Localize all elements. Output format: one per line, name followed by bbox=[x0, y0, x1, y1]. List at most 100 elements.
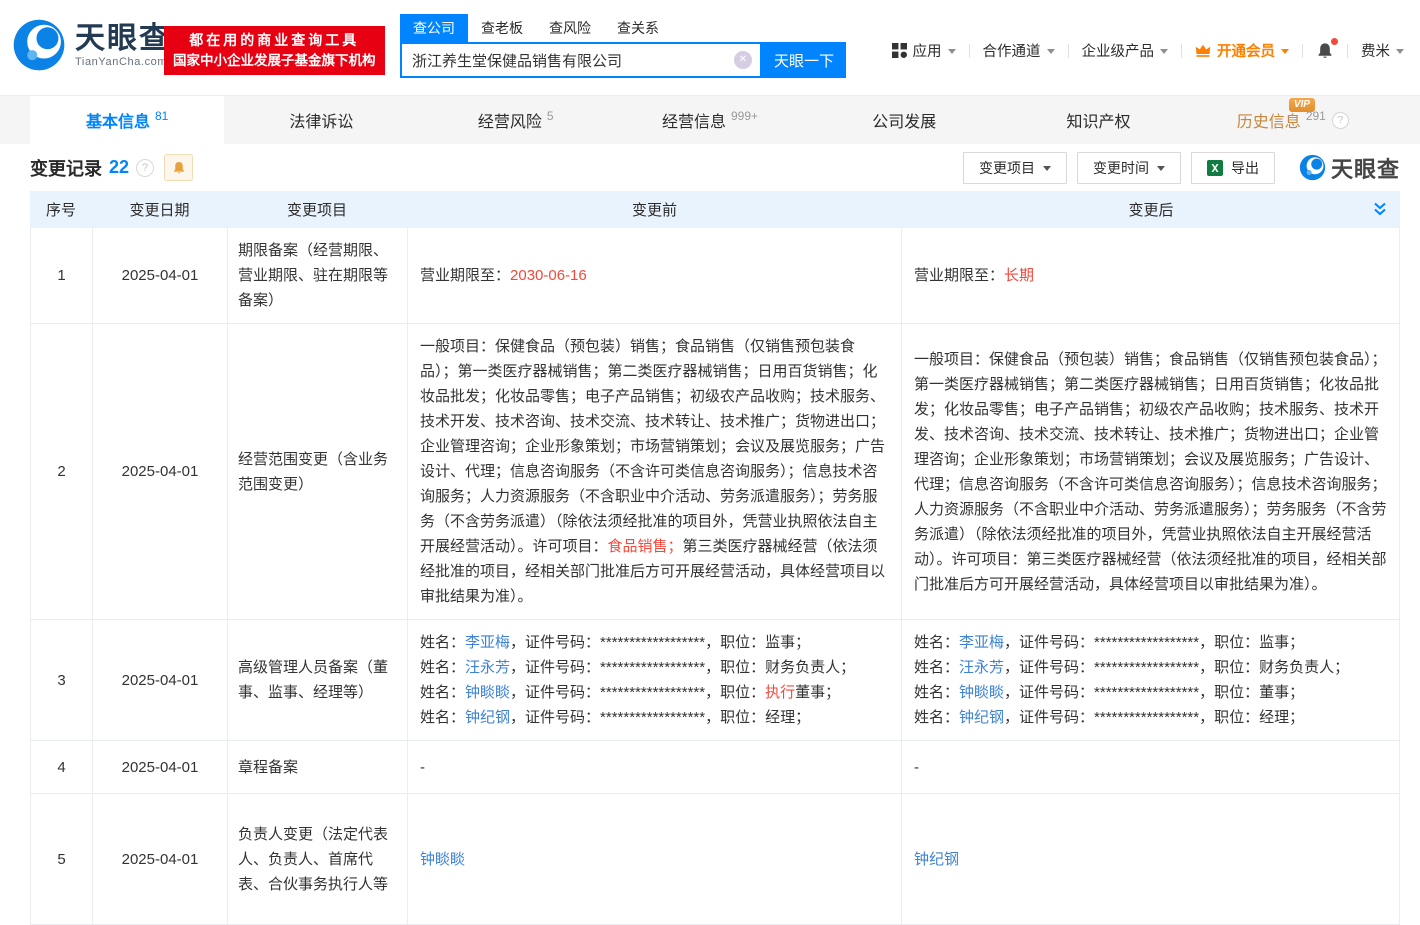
person-link[interactable]: 钟纪钢 bbox=[465, 709, 510, 726]
nav-tabs: 基本信息81法律诉讼经营风险5经营信息999+ 公司发展 知识产权 历史信息291VI… bbox=[0, 95, 1420, 144]
table-row: 52025-04-01负责人变更（法定代表人、负责人、首席代表、合伙事务执行人等… bbox=[31, 794, 1399, 925]
tab-operation[interactable]: 经营信息999+ bbox=[613, 96, 807, 144]
tab-label: 基本信息 bbox=[86, 108, 150, 132]
export-button[interactable]: 导出 bbox=[1191, 152, 1275, 184]
slogan-line2: 国家中小企业发展子基金旗下机构 bbox=[173, 51, 376, 71]
filter-change-item-button[interactable]: 变更项目 bbox=[963, 152, 1067, 184]
top-menu: 应用 合作通道 企业级产品 开通会员 费米 bbox=[892, 40, 1405, 61]
person-link[interactable]: 钟纪钢 bbox=[959, 709, 1004, 726]
clear-input-icon[interactable] bbox=[734, 51, 752, 69]
cell-line: 姓名：钟睒睒，证件号码：******************，职位：董事； bbox=[914, 680, 1387, 705]
cell-line: 姓名：钟睒睒，证件号码：******************，职位：执行董事； bbox=[420, 680, 889, 705]
cell-line: 姓名：李亚梅，证件号码：******************，职位：监事； bbox=[914, 630, 1387, 655]
divider bbox=[1347, 44, 1348, 58]
export-label: 导出 bbox=[1231, 158, 1259, 178]
divider bbox=[1068, 44, 1069, 58]
search-tabs: 查公司 查老板 查风险 查关系 bbox=[400, 14, 846, 42]
divider bbox=[1181, 44, 1182, 58]
table-row: 32025-04-01高级管理人员备案（董事、监事、经理等）姓名：李亚梅，证件号… bbox=[31, 620, 1399, 741]
person-link[interactable]: 汪永芳 bbox=[465, 659, 510, 676]
person-link[interactable]: 汪永芳 bbox=[959, 659, 1004, 676]
search-input-wrap bbox=[400, 42, 762, 78]
section-bar: 变更记录 22 变更项目 变更时间 导出 天眼查 bbox=[0, 144, 1420, 191]
chevron-down-icon bbox=[1157, 166, 1165, 171]
excel-icon bbox=[1207, 160, 1223, 176]
menu-apps-label: 应用 bbox=[913, 40, 942, 61]
brand-text: 天眼查 TianYanCha.com bbox=[75, 22, 171, 68]
tab-risk[interactable]: 经营风险5 bbox=[419, 96, 613, 144]
cell-change-item: 期限备案（经营期限、营业期限、驻在期限等备案） bbox=[228, 228, 408, 323]
brand-name: 天眼查 bbox=[75, 22, 171, 56]
person-link[interactable]: 钟睒睒 bbox=[465, 684, 510, 701]
filter-change-time-button[interactable]: 变更时间 bbox=[1077, 152, 1181, 184]
tab-label: 知识产权 bbox=[1067, 108, 1131, 132]
search-tab-risk[interactable]: 查风险 bbox=[536, 14, 604, 42]
tab-ip[interactable]: 知识产权 bbox=[1001, 96, 1195, 144]
col-header-item: 变更项目 bbox=[227, 199, 407, 220]
search-tab-boss[interactable]: 查老板 bbox=[468, 14, 536, 42]
cell-date: 2025-04-01 bbox=[93, 228, 228, 323]
person-link[interactable]: 李亚梅 bbox=[959, 634, 1004, 651]
menu-apps[interactable]: 应用 bbox=[892, 40, 956, 61]
person-link[interactable]: 李亚梅 bbox=[465, 634, 510, 651]
cell-text: 姓名： bbox=[420, 709, 465, 726]
cell-line: 姓名：汪永芳，证件号码：******************，职位：财务负责人； bbox=[914, 655, 1387, 680]
chevron-down-icon bbox=[1281, 49, 1289, 54]
cell-line: 营业期限至：2030-06-16 bbox=[420, 263, 889, 288]
search-button[interactable]: 天眼一下 bbox=[762, 42, 846, 78]
menu-user[interactable]: 费米 bbox=[1361, 40, 1404, 61]
cell-line: 钟纪钢 bbox=[914, 847, 1387, 872]
cell-text: 董事； bbox=[795, 684, 840, 701]
menu-partner[interactable]: 合作通道 bbox=[983, 40, 1055, 61]
cell-line: 姓名：钟纪钢，证件号码：******************，职位：经理； bbox=[914, 705, 1387, 730]
tab-basic[interactable]: 基本信息81 bbox=[30, 96, 224, 144]
tab-label: 公司发展 bbox=[872, 108, 936, 132]
search-tab-relation[interactable]: 查关系 bbox=[604, 14, 672, 42]
cell-line: - bbox=[420, 755, 889, 780]
follow-bell-button[interactable] bbox=[164, 154, 193, 181]
tab-development[interactable]: 公司发展 bbox=[807, 96, 1001, 144]
col-header-date: 变更日期 bbox=[92, 199, 227, 220]
tab-label: 经营信息 bbox=[662, 108, 726, 132]
cell-text: 营业期限至： bbox=[420, 267, 510, 284]
brand-logo[interactable]: 天眼查 TianYanCha.com bbox=[12, 18, 171, 72]
table-row: 22025-04-01经营范围变更（含业务范围变更）一般项目：保健食品（预包装）… bbox=[31, 324, 1399, 620]
menu-enterprise[interactable]: 企业级产品 bbox=[1082, 40, 1169, 61]
chevron-down-icon bbox=[1160, 49, 1168, 54]
help-icon[interactable] bbox=[136, 159, 154, 177]
search-tab-company[interactable]: 查公司 bbox=[400, 14, 468, 42]
notification-dot bbox=[1331, 38, 1338, 45]
cell-change-item: 负责人变更（法定代表人、负责人、首席代表、合伙事务执行人等 bbox=[228, 794, 408, 924]
cell-line: 钟睒睒 bbox=[420, 847, 889, 872]
change-records-table: 序号 变更日期 变更项目 变更前 变更后 12025-04-01期限备案（经营期… bbox=[30, 191, 1400, 925]
collapse-double-chevron-icon[interactable] bbox=[1372, 201, 1388, 217]
person-link[interactable]: 钟睒睒 bbox=[420, 851, 465, 868]
table-row: 42025-04-01章程备案-- bbox=[31, 741, 1399, 794]
section-left: 变更记录 22 bbox=[30, 154, 193, 181]
tab-legal[interactable]: 法律诉讼 bbox=[224, 96, 418, 144]
menu-open-vip-label: 开通会员 bbox=[1217, 40, 1275, 61]
cell-line: 一般项目：保健食品（预包装）销售；食品销售（仅销售预包装食品）；第一类医疗器械销… bbox=[914, 347, 1387, 597]
person-link[interactable]: 钟睒睒 bbox=[959, 684, 1004, 701]
section-count: 22 bbox=[109, 157, 129, 178]
change-item-text: 章程备案 bbox=[238, 755, 397, 780]
chevron-down-icon bbox=[1043, 166, 1051, 171]
apps-grid-icon bbox=[892, 43, 907, 58]
menu-open-vip[interactable]: 开通会员 bbox=[1195, 40, 1289, 61]
cell-text: 姓名： bbox=[914, 634, 959, 651]
divider bbox=[1302, 44, 1303, 58]
highlighted-text: 食品销售； bbox=[608, 538, 683, 555]
cell-line: 一般项目：保健食品（预包装）销售；食品销售（仅销售预包装食品）；第一类医疗器械销… bbox=[420, 334, 889, 609]
search-input[interactable] bbox=[402, 52, 760, 69]
cell-line: 姓名：钟纪钢，证件号码：******************，职位：经理； bbox=[420, 705, 889, 730]
highlighted-text: 2030-06-16 bbox=[510, 267, 587, 284]
cell-date: 2025-04-01 bbox=[93, 620, 228, 740]
search-box: 天眼一下 bbox=[400, 42, 846, 78]
help-icon[interactable] bbox=[1332, 112, 1349, 129]
cell-before: 姓名：李亚梅，证件号码：******************，职位：监事；姓名：… bbox=[408, 620, 902, 740]
notifications-bell-icon[interactable] bbox=[1316, 42, 1334, 60]
tab-history[interactable]: 历史信息291VIP bbox=[1196, 96, 1390, 144]
person-link[interactable]: 钟纪钢 bbox=[914, 851, 959, 868]
section-toolbar: 变更项目 变更时间 导出 天眼查 bbox=[963, 152, 1400, 184]
tab-count: 5 bbox=[547, 109, 554, 123]
